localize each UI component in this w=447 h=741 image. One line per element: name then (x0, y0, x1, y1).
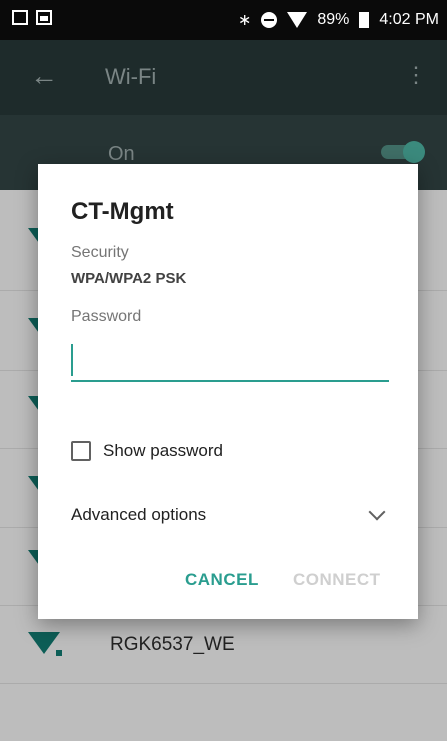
lock-icon (56, 650, 62, 656)
notification-icon (12, 10, 28, 25)
page-title: Wi-Fi (105, 64, 157, 89)
do-not-disturb-icon (261, 12, 278, 28)
cancel-button[interactable]: CANCEL (185, 570, 259, 590)
status-bar: ∗ 89% 4:02 PM (0, 0, 447, 40)
password-label: Password (71, 308, 142, 325)
toggle-knob (403, 141, 425, 163)
security-label: Security (71, 244, 129, 261)
advanced-options-row[interactable]: Advanced options (71, 503, 389, 525)
password-input[interactable] (71, 336, 389, 382)
security-value: WPA/WPA2 PSK (71, 270, 187, 287)
image-icon (36, 10, 52, 25)
show-password-row[interactable]: Show password (71, 441, 223, 461)
network-name: RGK6537_WE (110, 634, 235, 655)
show-password-label[interactable]: Show password (103, 441, 223, 461)
battery-icon (359, 12, 370, 28)
chevron-down-icon[interactable] (368, 503, 386, 521)
wifi-toggle[interactable] (381, 141, 425, 163)
list-divider (0, 683, 447, 684)
master-switch-label: On (108, 143, 135, 165)
dialog-title: CT-Mgmt (71, 198, 174, 225)
more-vert-icon[interactable]: ⋮ (405, 62, 427, 88)
wifi-signal-icon (287, 12, 308, 28)
clock: 4:02 PM (379, 11, 439, 28)
arrow-back-icon[interactable]: ← (30, 60, 58, 92)
app-bar: ← Wi-Fi ⋮ (0, 40, 447, 115)
show-password-checkbox[interactable] (71, 441, 91, 461)
connect-button[interactable]: CONNECT (293, 570, 381, 590)
battery-percent: 89% (317, 11, 350, 28)
status-left-icons (12, 10, 52, 25)
text-cursor (71, 344, 73, 376)
advanced-options-label[interactable]: Advanced options (71, 505, 206, 525)
wifi-connect-dialog: CT-Mgmt Security WPA/WPA2 PSK Password S… (38, 164, 418, 619)
status-right-icons: ∗ 89% 4:02 PM (238, 10, 439, 30)
bluetooth-icon: ∗ (237, 12, 252, 29)
